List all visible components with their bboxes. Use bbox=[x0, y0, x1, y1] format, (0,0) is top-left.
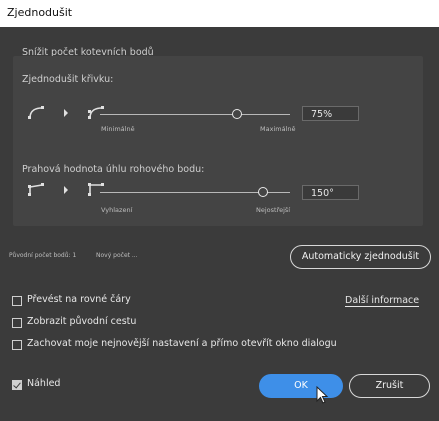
preview-checkbox[interactable] bbox=[12, 380, 22, 390]
corner-angle-label: Prahová hodnota úhlu rohového bodu: bbox=[22, 164, 205, 175]
preview-label[interactable]: Náhled bbox=[27, 378, 60, 389]
corner-point-icon bbox=[28, 183, 104, 196]
window-title: Zjednodušit bbox=[7, 6, 73, 19]
corner-angle-slider-thumb[interactable] bbox=[258, 187, 268, 197]
corner-angle-value-input[interactable]: 150° bbox=[302, 185, 359, 200]
simplify-curve-value-input[interactable]: 75% bbox=[302, 106, 359, 121]
cancel-button[interactable]: Zrušit bbox=[349, 374, 430, 398]
straight-lines-label[interactable]: Převést na rovné čáry bbox=[27, 294, 131, 305]
curve-simplify-icon bbox=[28, 106, 104, 119]
show-original-checkbox[interactable] bbox=[12, 318, 22, 328]
straight-lines-checkbox[interactable] bbox=[12, 296, 22, 306]
simplify-curve-label: Zjednodušit křivku: bbox=[22, 74, 114, 85]
auto-simplify-button[interactable]: Automaticky zjednodušit bbox=[290, 245, 431, 269]
keep-settings-label[interactable]: Zachovat moje nejnovější nastavení a pří… bbox=[27, 338, 337, 349]
simplify-min-label: Minimálně bbox=[101, 125, 135, 133]
show-original-label[interactable]: Zobrazit původní cestu bbox=[27, 316, 136, 327]
mouse-cursor-icon bbox=[316, 386, 329, 404]
simplify-curve-slider-thumb[interactable] bbox=[232, 109, 242, 119]
corner-min-label: Vyhlazení bbox=[101, 206, 133, 214]
corner-max-label: Nejostřejší bbox=[256, 206, 291, 214]
simplify-curve-slider-track[interactable] bbox=[100, 114, 290, 115]
title-bar: Zjednodušit bbox=[0, 0, 439, 27]
new-point-count: Nový počet ... bbox=[96, 252, 138, 259]
simplify-max-label: Maximálně bbox=[260, 125, 296, 133]
original-point-count: Původní počet bodů: 1 bbox=[9, 252, 77, 259]
more-info-link[interactable]: Další informace bbox=[345, 295, 420, 307]
ok-button[interactable]: OK bbox=[259, 374, 343, 398]
keep-settings-checkbox[interactable] bbox=[12, 340, 22, 350]
